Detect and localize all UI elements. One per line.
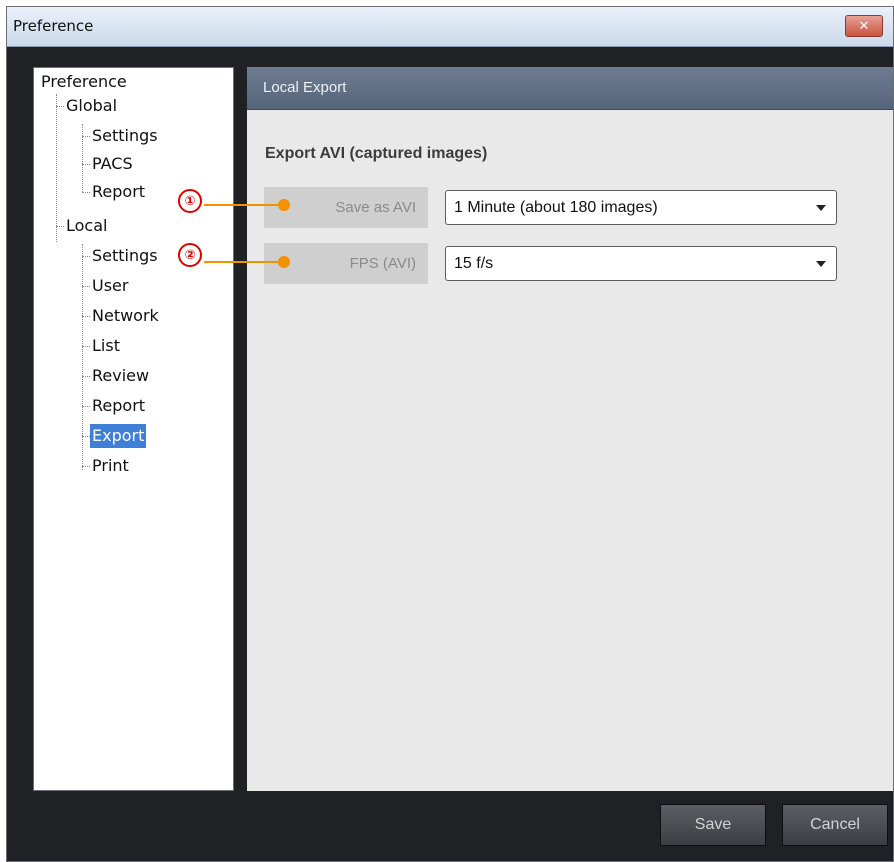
tree-item-local-settings[interactable]: Settings: [90, 244, 160, 268]
tree-item-local-export[interactable]: Export: [90, 424, 147, 448]
tree-item-local-print[interactable]: Print: [90, 454, 131, 478]
annotation-dot-1: [278, 199, 290, 211]
tree-item-local-report[interactable]: Report: [90, 394, 147, 418]
tree-item-global-pacs[interactable]: PACS: [90, 152, 135, 176]
title-bar: Preference ✕: [7, 7, 893, 47]
save-as-avi-select[interactable]: 1 Minute (about 180 images): [445, 190, 837, 225]
annotation-connector-1: [204, 204, 284, 206]
tree-item-global[interactable]: Global: [64, 94, 119, 118]
close-icon: ✕: [858, 18, 870, 34]
settings-panel: Local Export Export AVI (captured images…: [247, 67, 893, 791]
annotation-marker-1: ①: [178, 189, 202, 213]
tree-item-local[interactable]: Local: [64, 214, 109, 238]
panel-header-title: Local Export: [263, 79, 347, 96]
save-button[interactable]: Save: [660, 804, 766, 846]
tree-item-global-settings[interactable]: Settings: [90, 124, 160, 148]
annotation-dot-2: [278, 256, 290, 268]
tree-item-local-user[interactable]: User: [90, 274, 130, 298]
tree-item-local-network[interactable]: Network: [90, 304, 161, 328]
section-title: Export AVI (captured images): [265, 145, 488, 162]
panel-header: Local Export: [247, 67, 893, 110]
window-title: Preference: [13, 17, 94, 35]
tree-item-local-list[interactable]: List: [90, 334, 122, 358]
tree-root-preference[interactable]: Preference: [39, 70, 129, 94]
chevron-down-icon: [816, 205, 826, 211]
preference-window: Preference ✕ Preference Global Settings …: [6, 6, 894, 862]
tree-item-global-report[interactable]: Report: [90, 180, 147, 204]
annotation-marker-2: ②: [178, 243, 202, 267]
save-as-avi-value: 1 Minute (about 180 images): [454, 199, 658, 216]
fps-avi-select[interactable]: 15 f/s: [445, 246, 837, 281]
chevron-down-icon: [816, 261, 826, 267]
fps-avi-value: 15 f/s: [454, 255, 494, 272]
annotation-connector-2: [204, 261, 284, 263]
close-button[interactable]: ✕: [845, 15, 883, 37]
preference-tree: Preference Global Settings PACS Report L…: [33, 67, 234, 791]
tree-item-local-review[interactable]: Review: [90, 364, 151, 388]
cancel-button[interactable]: Cancel: [782, 804, 888, 846]
